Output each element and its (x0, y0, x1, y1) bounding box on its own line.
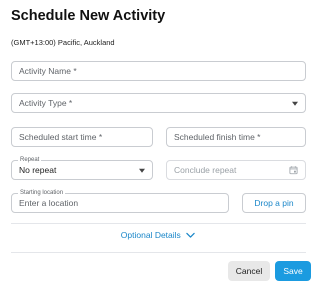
drop-pin-button[interactable]: Drop a pin (242, 193, 306, 213)
activity-type-select[interactable]: Activity Type * (11, 93, 306, 113)
activity-name-placeholder: Activity Name * (19, 66, 77, 76)
starting-location-label: Starting location (18, 189, 66, 197)
divider (11, 252, 306, 253)
finish-time-placeholder: Scheduled finish time * (174, 132, 261, 142)
cancel-button[interactable]: Cancel (228, 261, 270, 281)
conclude-repeat-placeholder: Conclude repeat (174, 165, 237, 175)
start-time-placeholder: Scheduled start time * (19, 132, 103, 142)
starting-location-input[interactable]: Starting location Enter a location (11, 189, 229, 213)
calendar-icon[interactable] (289, 166, 298, 175)
activity-name-input[interactable]: Activity Name * (11, 61, 306, 81)
finish-time-input[interactable]: Scheduled finish time * (166, 127, 306, 147)
optional-details-toggle[interactable]: Optional Details (0, 230, 316, 240)
timezone-label: (GMT+13:00) Pacific, Auckland (11, 38, 115, 47)
save-button[interactable]: Save (275, 261, 311, 281)
repeat-label: Repeat (18, 156, 42, 164)
caret-down-icon (139, 168, 145, 173)
page-title: Schedule New Activity (11, 8, 166, 24)
conclude-repeat-input[interactable]: Conclude repeat (166, 160, 306, 180)
repeat-select[interactable]: Repeat No repeat (11, 156, 153, 180)
divider (11, 223, 306, 224)
activity-type-placeholder: Activity Type * (19, 98, 73, 108)
starting-location-placeholder: Enter a location (19, 198, 79, 208)
repeat-value: No repeat (19, 165, 57, 175)
start-time-input[interactable]: Scheduled start time * (11, 127, 153, 147)
chevron-down-icon (186, 233, 195, 238)
optional-details-label: Optional Details (120, 230, 181, 240)
caret-down-icon (292, 101, 298, 106)
